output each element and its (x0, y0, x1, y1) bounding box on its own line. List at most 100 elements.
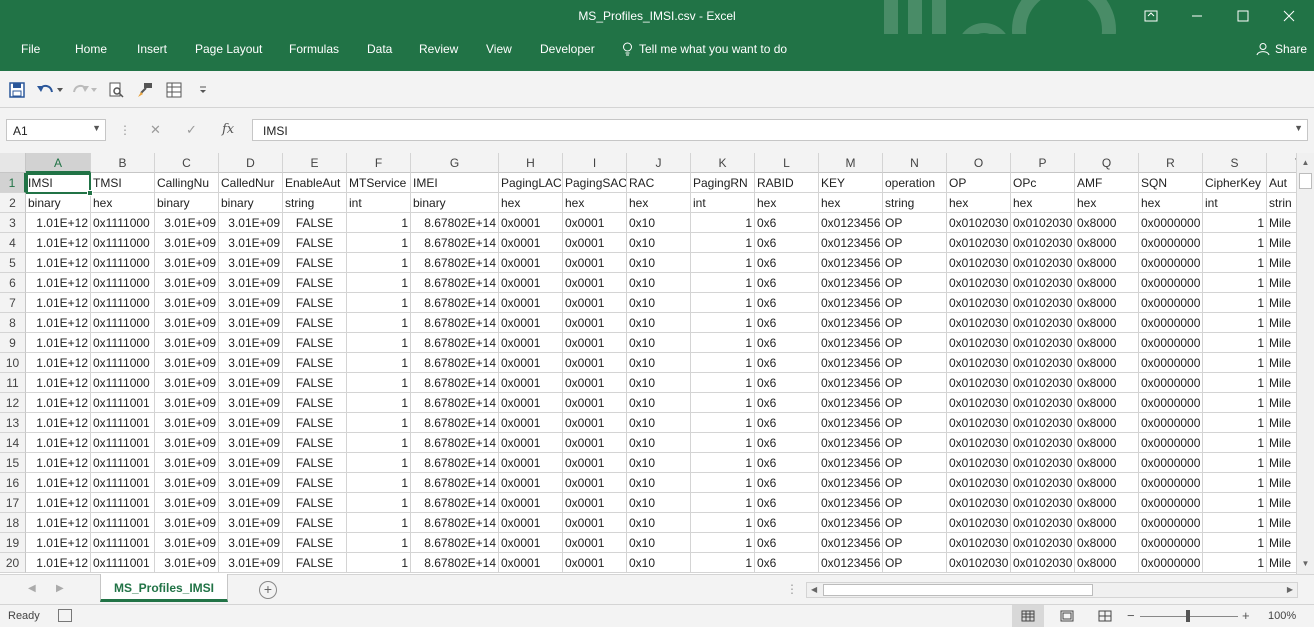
cell-h12[interactable]: 0x0001 (499, 393, 563, 413)
row-header-8[interactable]: 8 (0, 313, 26, 333)
scroll-down-icon[interactable]: ▼ (1297, 556, 1314, 572)
column-header-r[interactable]: R (1139, 153, 1203, 173)
cell-l15[interactable]: 0x6 (755, 453, 819, 473)
cell-t9[interactable]: Mile (1267, 333, 1296, 353)
vertical-scroll-thumb[interactable] (1299, 173, 1312, 189)
cell-r6[interactable]: 0x0000000 (1139, 273, 1203, 293)
cell-l9[interactable]: 0x6 (755, 333, 819, 353)
cell-d16[interactable]: 3.01E+09 (219, 473, 283, 493)
cell-f10[interactable]: 1 (347, 353, 411, 373)
cell-s10[interactable]: 1 (1203, 353, 1267, 373)
cell-s20[interactable]: 1 (1203, 553, 1267, 573)
cell-h20[interactable]: 0x0001 (499, 553, 563, 573)
cell-h6[interactable]: 0x0001 (499, 273, 563, 293)
cell-e3[interactable]: FALSE (283, 213, 347, 233)
row-header-5[interactable]: 5 (0, 253, 26, 273)
row-header-17[interactable]: 17 (0, 493, 26, 513)
spreadsheet-grid[interactable]: ABCDEFGHIJKLMNOPQRST12345678910111213141… (0, 153, 1296, 574)
cell-j7[interactable]: 0x10 (627, 293, 691, 313)
column-header-n[interactable]: N (883, 153, 947, 173)
cell-b11[interactable]: 0x1111000 (91, 373, 155, 393)
cell-h10[interactable]: 0x0001 (499, 353, 563, 373)
cell-s5[interactable]: 1 (1203, 253, 1267, 273)
cell-n5[interactable]: OP (883, 253, 947, 273)
cell-k12[interactable]: 1 (691, 393, 755, 413)
cell-d14[interactable]: 3.01E+09 (219, 433, 283, 453)
cell-i2[interactable]: hex (563, 193, 627, 213)
cell-c3[interactable]: 3.01E+09 (155, 213, 219, 233)
cell-m6[interactable]: 0x0123456 (819, 273, 883, 293)
cell-s18[interactable]: 1 (1203, 513, 1267, 533)
cell-c16[interactable]: 3.01E+09 (155, 473, 219, 493)
cell-j5[interactable]: 0x10 (627, 253, 691, 273)
cell-d2[interactable]: binary (219, 193, 283, 213)
tab-page-layout[interactable]: Page Layout (195, 42, 262, 56)
cell-b19[interactable]: 0x1111001 (91, 533, 155, 553)
cell-k18[interactable]: 1 (691, 513, 755, 533)
cell-l1[interactable]: RABID (755, 173, 819, 193)
cell-g3[interactable]: 8.67802E+14 (411, 213, 499, 233)
cell-o12[interactable]: 0x0102030 (947, 393, 1011, 413)
cell-t12[interactable]: Mile (1267, 393, 1296, 413)
cell-k4[interactable]: 1 (691, 233, 755, 253)
cell-l2[interactable]: hex (755, 193, 819, 213)
cell-q20[interactable]: 0x8000 (1075, 553, 1139, 573)
cell-m3[interactable]: 0x0123456 (819, 213, 883, 233)
cell-g15[interactable]: 8.67802E+14 (411, 453, 499, 473)
zoom-slider-thumb[interactable] (1186, 610, 1190, 622)
cell-q5[interactable]: 0x8000 (1075, 253, 1139, 273)
cell-g6[interactable]: 8.67802E+14 (411, 273, 499, 293)
cell-n15[interactable]: OP (883, 453, 947, 473)
cell-k9[interactable]: 1 (691, 333, 755, 353)
cell-c19[interactable]: 3.01E+09 (155, 533, 219, 553)
cell-p20[interactable]: 0x0102030 (1011, 553, 1075, 573)
cell-c9[interactable]: 3.01E+09 (155, 333, 219, 353)
cell-f12[interactable]: 1 (347, 393, 411, 413)
share-button[interactable]: Share (1256, 42, 1307, 56)
cell-j1[interactable]: RAC (627, 173, 691, 193)
row-header-12[interactable]: 12 (0, 393, 26, 413)
cell-a19[interactable]: 1.01E+12 (26, 533, 91, 553)
cell-m13[interactable]: 0x0123456 (819, 413, 883, 433)
cell-a4[interactable]: 1.01E+12 (26, 233, 91, 253)
cell-g9[interactable]: 8.67802E+14 (411, 333, 499, 353)
cell-c13[interactable]: 3.01E+09 (155, 413, 219, 433)
cell-j18[interactable]: 0x10 (627, 513, 691, 533)
cell-o14[interactable]: 0x0102030 (947, 433, 1011, 453)
cell-o8[interactable]: 0x0102030 (947, 313, 1011, 333)
cell-f6[interactable]: 1 (347, 273, 411, 293)
cell-r2[interactable]: hex (1139, 193, 1203, 213)
sheet-next-icon[interactable]: ▶ (56, 583, 64, 594)
cell-t8[interactable]: Mile (1267, 313, 1296, 333)
cell-e6[interactable]: FALSE (283, 273, 347, 293)
cell-r20[interactable]: 0x0000000 (1139, 553, 1203, 573)
cell-t17[interactable]: Mile (1267, 493, 1296, 513)
cell-g8[interactable]: 8.67802E+14 (411, 313, 499, 333)
macro-record-icon[interactable] (58, 609, 72, 622)
cell-q17[interactable]: 0x8000 (1075, 493, 1139, 513)
cell-j11[interactable]: 0x10 (627, 373, 691, 393)
cell-f14[interactable]: 1 (347, 433, 411, 453)
cell-s14[interactable]: 1 (1203, 433, 1267, 453)
cell-h19[interactable]: 0x0001 (499, 533, 563, 553)
undo-dropdown[interactable] (54, 80, 66, 100)
cell-p17[interactable]: 0x0102030 (1011, 493, 1075, 513)
cell-e4[interactable]: FALSE (283, 233, 347, 253)
cell-h13[interactable]: 0x0001 (499, 413, 563, 433)
cell-r17[interactable]: 0x0000000 (1139, 493, 1203, 513)
cell-k5[interactable]: 1 (691, 253, 755, 273)
cell-m17[interactable]: 0x0123456 (819, 493, 883, 513)
row-header-10[interactable]: 10 (0, 353, 26, 373)
cell-d8[interactable]: 3.01E+09 (219, 313, 283, 333)
cell-f5[interactable]: 1 (347, 253, 411, 273)
cell-t7[interactable]: Mile (1267, 293, 1296, 313)
table-button[interactable] (164, 80, 184, 100)
cell-f20[interactable]: 1 (347, 553, 411, 573)
cell-s11[interactable]: 1 (1203, 373, 1267, 393)
column-header-l[interactable]: L (755, 153, 819, 173)
cell-c10[interactable]: 3.01E+09 (155, 353, 219, 373)
cell-e16[interactable]: FALSE (283, 473, 347, 493)
cell-l11[interactable]: 0x6 (755, 373, 819, 393)
cell-h3[interactable]: 0x0001 (499, 213, 563, 233)
cell-a9[interactable]: 1.01E+12 (26, 333, 91, 353)
